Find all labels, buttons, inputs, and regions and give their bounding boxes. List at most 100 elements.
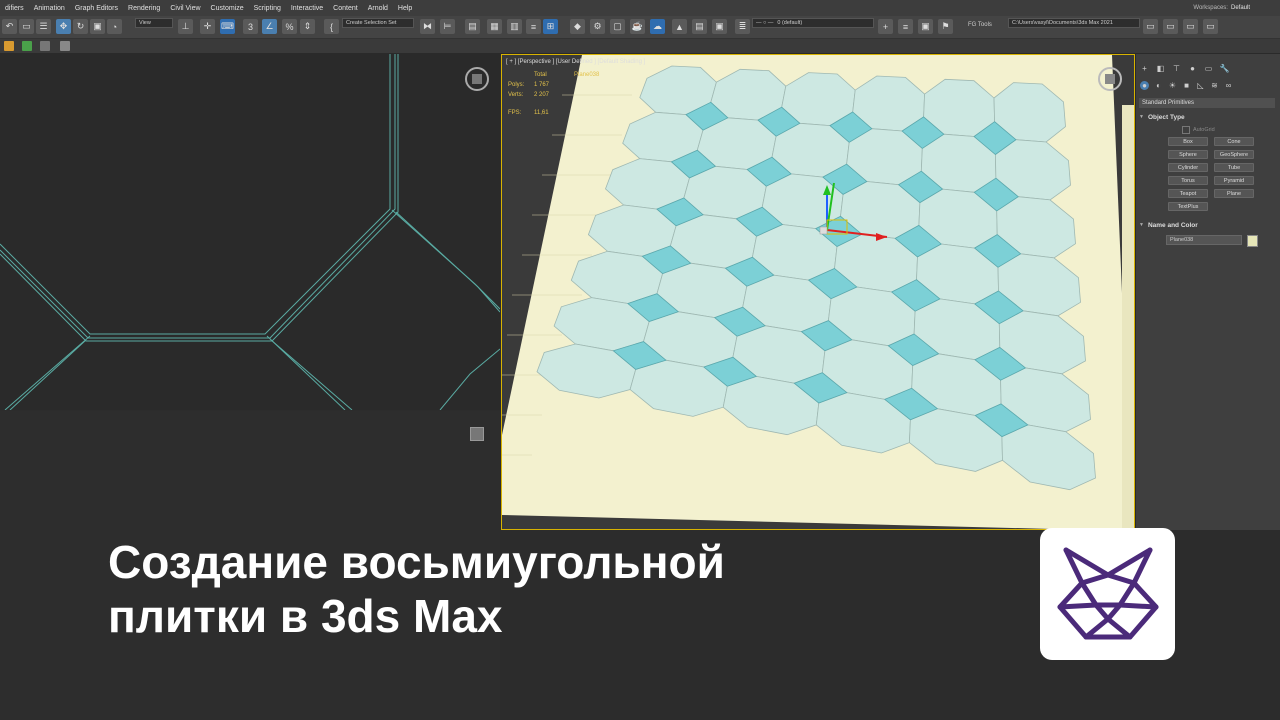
link-icon[interactable]	[40, 41, 50, 51]
perspective-viewport[interactable]: [ + ] [Perspective ] [User Defined ] [De…	[501, 54, 1135, 530]
menu-arnold[interactable]: Arnold	[363, 5, 393, 12]
layer-dropdown[interactable]: — ○ — 0 (default)	[752, 18, 874, 28]
pivot-icon[interactable]: ⊥	[178, 19, 193, 34]
select-object-icon[interactable]: ▭	[19, 19, 34, 34]
select-move-icon[interactable]: ✥	[56, 19, 71, 34]
viewcube-bottom[interactable]	[470, 427, 484, 441]
lights-icon[interactable]: ☀	[1168, 81, 1177, 90]
sphere-button[interactable]: Sphere	[1168, 150, 1208, 159]
object-color-swatch[interactable]	[1247, 235, 1258, 247]
curve-editor-icon[interactable]: ≡	[526, 19, 541, 34]
fps-value: 11,61	[534, 110, 549, 116]
mirror-icon[interactable]: ⧓	[420, 19, 435, 34]
reference-coordinate-dropdown[interactable]: View	[135, 18, 173, 28]
viewcube-top[interactable]	[465, 67, 489, 91]
layer-properties-icon[interactable]: ⚑	[938, 19, 953, 34]
shapes-icon[interactable]: ◐	[1154, 81, 1163, 90]
toggle-scene-explorer-icon[interactable]: ▤	[465, 19, 480, 34]
create-layer-icon[interactable]: +	[878, 19, 893, 34]
name-color-title: Name and Color	[1147, 221, 1198, 229]
select-by-name-icon[interactable]: ☰	[36, 19, 51, 34]
torus-button[interactable]: Torus	[1168, 176, 1208, 185]
cone-button[interactable]: Cone	[1214, 137, 1254, 146]
spinner-snap-icon[interactable]: ⇕	[300, 19, 315, 34]
box-button[interactable]: Box	[1168, 137, 1208, 146]
cameras-icon[interactable]: ■	[1182, 81, 1191, 90]
menu-rendering[interactable]: Rendering	[123, 5, 165, 12]
select-in-layer-icon[interactable]: ▣	[918, 19, 933, 34]
undo-icon[interactable]: ↶	[2, 19, 17, 34]
archive-folder-icon[interactable]: ▭	[1203, 19, 1218, 34]
edit-named-selection-icon[interactable]: {	[324, 19, 339, 34]
workspaces-value: Default	[1230, 5, 1250, 11]
create-tab-icon[interactable]: +	[1140, 64, 1149, 73]
fg-tools-label[interactable]: FG Tools	[968, 22, 992, 28]
textplus-button[interactable]: TextPlus	[1168, 202, 1208, 211]
utilities-tab-icon[interactable]: 🔧	[1220, 64, 1230, 73]
select-manipulate-icon[interactable]: ✛	[200, 19, 215, 34]
material-editor-icon[interactable]: ◆	[570, 19, 585, 34]
arnold-render-icon[interactable]: ▤	[692, 19, 707, 34]
container-icon[interactable]	[4, 41, 14, 51]
select-rotate-icon[interactable]: ↻	[73, 19, 88, 34]
systems-icon[interactable]: ∞	[1224, 81, 1233, 90]
object-name-field[interactable]: Plane038	[1166, 235, 1242, 245]
space-warps-icon[interactable]: ≋	[1210, 81, 1219, 90]
name-and-color-rollout[interactable]: ▼ Name and Color	[1139, 220, 1276, 230]
brand-logo	[1040, 528, 1175, 660]
menu-modifiers[interactable]: difiers	[0, 5, 29, 12]
keyboard-shortcut-icon[interactable]: ⌨	[220, 19, 235, 34]
rendered-frame-window-icon[interactable]: ▢	[610, 19, 625, 34]
isolate-icon[interactable]	[22, 41, 32, 51]
render-production-icon[interactable]: ☕	[630, 19, 645, 34]
toggle-ribbon-icon[interactable]: ▥	[507, 19, 522, 34]
object-type-rollout[interactable]: ▼ Object Type	[1139, 112, 1276, 122]
project-folder-icon[interactable]: ▭	[1143, 19, 1158, 34]
open-folder-icon[interactable]: ▭	[1163, 19, 1178, 34]
geosphere-button[interactable]: GeoSphere	[1214, 150, 1254, 159]
menu-scripting[interactable]: Scripting	[249, 5, 286, 12]
select-scale-icon[interactable]: ▣	[90, 19, 105, 34]
place-icon[interactable]: ◔	[107, 19, 122, 34]
render-setup-icon[interactable]: ⚙	[590, 19, 605, 34]
primitives-dropdown[interactable]: Standard Primitives	[1139, 98, 1275, 108]
grid-icon[interactable]	[60, 41, 70, 51]
modify-tab-icon[interactable]: ◧	[1156, 64, 1165, 73]
cylinder-button[interactable]: Cylinder	[1168, 163, 1208, 172]
tube-button[interactable]: Tube	[1214, 163, 1254, 172]
menu-civil-view[interactable]: Civil View	[165, 5, 205, 12]
arnold-settings-icon[interactable]: ▣	[712, 19, 727, 34]
teapot-button[interactable]: Teapot	[1168, 189, 1208, 198]
menu-help[interactable]: Help	[393, 5, 417, 12]
viewport-label[interactable]: [ + ] [Perspective ] [User Defined ] [De…	[506, 59, 645, 65]
top-viewport[interactable]	[0, 54, 500, 410]
selection-set-dropdown[interactable]: Create Selection Set	[342, 18, 414, 28]
layer-explorer-icon[interactable]: ▦	[487, 19, 502, 34]
render-in-cloud-icon[interactable]: ☁	[650, 19, 665, 34]
arnold-icon[interactable]: ▲	[672, 19, 687, 34]
project-path-dropdown[interactable]: C:\Users\vasyl\Documents\3ds Max 2021	[1008, 18, 1140, 28]
helpers-icon[interactable]: ◺	[1196, 81, 1205, 90]
add-to-layer-icon[interactable]: ≡	[898, 19, 913, 34]
menu-interactive[interactable]: Interactive	[286, 5, 328, 12]
manage-layers-icon[interactable]: ≣	[735, 19, 750, 34]
angle-snap-icon[interactable]: ∠	[262, 19, 277, 34]
motion-tab-icon[interactable]: ●	[1188, 64, 1197, 73]
plane-button[interactable]: Plane	[1214, 189, 1254, 198]
autogrid-checkbox[interactable]: AutoGrid	[1182, 126, 1215, 134]
pyramid-button[interactable]: Pyramid	[1214, 176, 1254, 185]
geometry-icon[interactable]: ●	[1140, 81, 1149, 90]
hierarchy-tab-icon[interactable]: ⊤	[1172, 64, 1181, 73]
align-icon[interactable]: ⊨	[440, 19, 455, 34]
workspaces-selector[interactable]: Workspaces: Default	[1193, 0, 1250, 16]
menu-customize[interactable]: Customize	[206, 5, 249, 12]
menu-graph-editors[interactable]: Graph Editors	[70, 5, 123, 12]
create-category-tabs: ● ◐ ☀ ■ ◺ ≋ ∞	[1140, 81, 1233, 90]
schematic-view-icon[interactable]: ⊞	[543, 19, 558, 34]
percent-snap-icon[interactable]: %	[282, 19, 297, 34]
menu-animation[interactable]: Animation	[29, 5, 70, 12]
save-folder-icon[interactable]: ▭	[1183, 19, 1198, 34]
menu-content[interactable]: Content	[328, 5, 363, 12]
display-tab-icon[interactable]: ▭	[1204, 64, 1213, 73]
snap-toggle-icon[interactable]: 3	[243, 19, 258, 34]
